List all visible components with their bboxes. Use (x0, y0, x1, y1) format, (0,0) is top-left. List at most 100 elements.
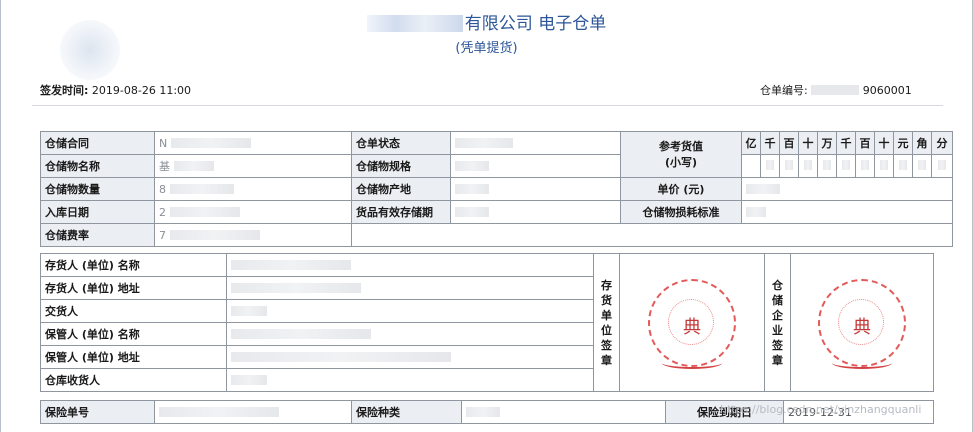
digit-value-10 (931, 154, 953, 178)
status-label: 仓单状态 (351, 131, 451, 155)
fee-label: 仓储费率 (40, 223, 155, 247)
keeper-name-label: 保管人 (单位) 名称 (40, 322, 227, 346)
fee-empty (351, 223, 953, 247)
contract-redacted (170, 137, 251, 148)
depositor-addr-value (226, 276, 594, 300)
receipt-number-label: 仓单编号: (760, 84, 808, 97)
row-depositor-name: 存货人 (单位) 名称 存货单位签章 典 仓储企业签章 典 (40, 253, 934, 392)
unit-price-value (741, 177, 953, 201)
digit-value-8-redacted (899, 160, 907, 170)
keeper-name-value (226, 322, 594, 346)
row-in-date: 入库日期 2 货品有效存储期 仓储物损耗标准 (40, 200, 953, 224)
title-text: 有限公司 电子仓单 (464, 14, 607, 34)
contract-value-text: N (159, 136, 168, 150)
digit-0: 亿 (741, 131, 761, 155)
digit-value-4-redacted (823, 160, 831, 170)
digit-3: 十 (798, 131, 818, 155)
depositor-name-value (226, 253, 594, 277)
storage-seal-label: 仓储企业签章 (764, 253, 791, 392)
digit-1: 千 (760, 131, 780, 155)
spec-redacted (455, 160, 489, 171)
loss-redacted (746, 206, 766, 217)
digit-value-5 (836, 154, 856, 178)
depositor-seal-char: 典 (683, 316, 701, 338)
goods-qty-value: 8 (154, 177, 352, 201)
digit-value-9-redacted (918, 160, 926, 170)
receipt-number: 仓单编号: 9060001 (760, 82, 912, 98)
status-value (450, 131, 621, 155)
policy-no-value (154, 400, 352, 424)
digit-5: 千 (836, 131, 856, 155)
digit-value-1 (760, 154, 780, 178)
digit-10: 分 (931, 131, 953, 155)
insurance-type-label: 保险种类 (351, 400, 462, 424)
document-title: 有限公司 电子仓单 (0, 9, 973, 34)
ref-value-cell: 参考货值 (小写) (620, 131, 742, 178)
spec-label: 仓储物规格 (351, 154, 451, 178)
ref-value-sub: (小写) (664, 155, 698, 169)
keeper-addr-value (226, 345, 594, 369)
header-divider (32, 105, 943, 106)
keeper-addr-label: 保管人 (单位) 地址 (40, 345, 227, 369)
in-date-label: 入库日期 (40, 200, 155, 224)
origin-value (450, 177, 621, 201)
contract-label: 仓储合同 (40, 131, 155, 155)
depositor-name-redacted (231, 259, 351, 270)
depositor-seal-arc (662, 357, 722, 369)
issue-time: 签发时间: 2019-08-26 11:00 (40, 82, 191, 98)
unit-price-redacted (746, 183, 780, 194)
origin-label: 仓储物产地 (351, 177, 451, 201)
fee-redacted (169, 229, 260, 240)
status-redacted (455, 137, 513, 148)
deliverer-redacted (231, 305, 267, 316)
digit-value-8 (893, 154, 913, 178)
storage-seal-arc (832, 357, 892, 369)
fee-value-text: 7 (159, 228, 166, 242)
digit-6: 百 (855, 131, 875, 155)
document-subtitle: (凭单提货) (455, 41, 518, 56)
goods-name-label: 仓储物名称 (40, 154, 155, 178)
issue-time-value: 2019-08-26 11:00 (91, 84, 192, 97)
digit-9: 角 (912, 131, 932, 155)
origin-redacted (455, 183, 489, 194)
company-name-redacted (366, 15, 463, 32)
digit-value-6 (855, 154, 875, 178)
contract-value: N (154, 131, 352, 155)
receiver-value (226, 368, 594, 392)
insurance-type-value (461, 400, 666, 424)
spec-value (450, 154, 621, 178)
validity-label: 货品有效存储期 (351, 200, 451, 224)
digit-value-3 (798, 154, 818, 178)
digit-2: 百 (779, 131, 799, 155)
digit-value-7 (874, 154, 894, 178)
receipt-page: 有限公司 电子仓单 (凭单提货) 签发时间: 2019-08-26 11:00 … (0, 0, 973, 432)
frame-left-edge (0, 0, 1, 432)
loss-label: 仓储物损耗标准 (620, 200, 742, 224)
insurance-type-redacted (466, 406, 500, 417)
blog-watermark: https://blog.csdn.net/yinzhangquanli (720, 403, 922, 416)
storage-seal-char: 典 (853, 316, 871, 338)
policy-no-redacted (159, 406, 279, 417)
validity-redacted (455, 206, 489, 217)
deliverer-value (226, 299, 594, 323)
digit-value-5-redacted (842, 160, 850, 170)
receipt-number-value: 9060001 (862, 84, 912, 97)
goods-info-table: 仓储合同 N 仓单状态 参考货值 (小写) 亿 千 百 十 万 千 百 十 元 角… (40, 131, 953, 247)
goods-name-value-text: 基 (159, 160, 170, 173)
digit-value-9 (912, 154, 932, 178)
goods-qty-redacted (169, 183, 234, 194)
digit-7: 十 (874, 131, 894, 155)
digit-8: 元 (893, 131, 913, 155)
digit-value-4 (817, 154, 837, 178)
depositor-addr-redacted (231, 282, 361, 293)
deliverer-label: 交货人 (40, 299, 227, 323)
depositor-seal-stamp: 典 (648, 278, 736, 369)
digit-4: 万 (817, 131, 837, 155)
depositor-name-label: 存货人 (单位) 名称 (40, 253, 227, 277)
receipt-number-redacted (811, 85, 860, 95)
digit-value-6-redacted (861, 160, 869, 170)
digit-value-2 (779, 154, 799, 178)
row-quantity: 仓储物数量 8 仓储物产地 单价 (元) (40, 177, 953, 201)
depositor-seal-label: 存货单位签章 (593, 253, 620, 392)
depositor-seal-box: 典 (619, 253, 765, 392)
